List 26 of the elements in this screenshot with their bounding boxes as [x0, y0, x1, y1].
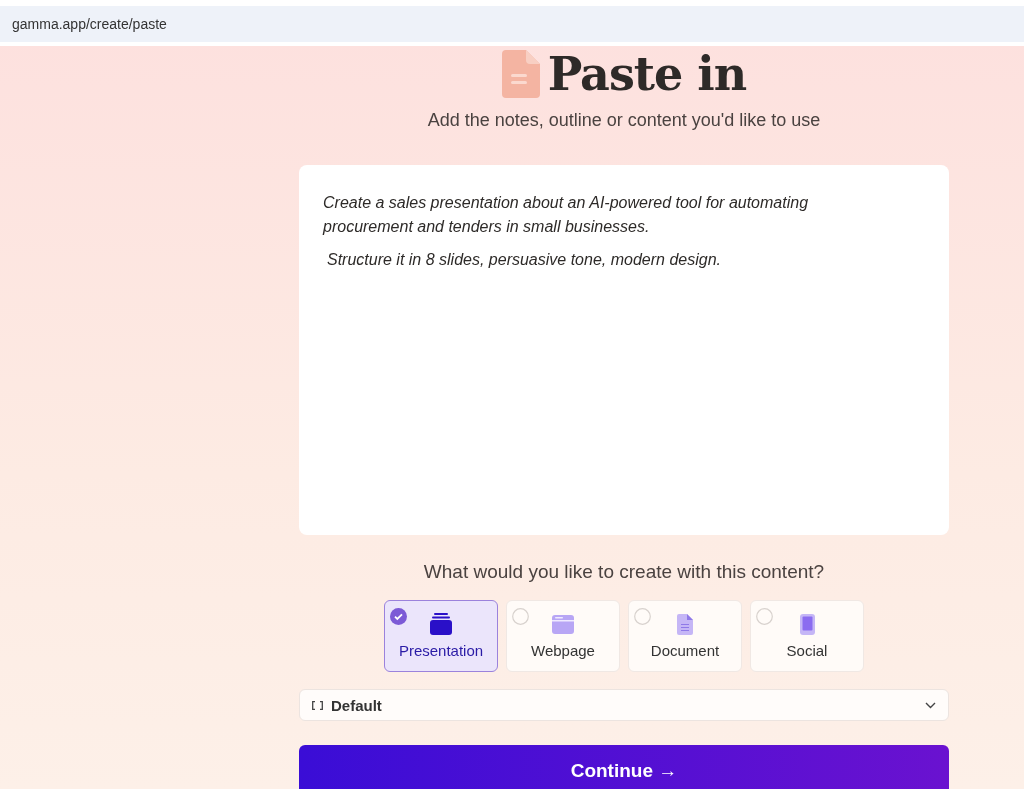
browser-window-icon — [552, 615, 574, 635]
format-option[interactable]: Webpage — [506, 600, 620, 672]
checked-radio-icon — [390, 608, 407, 625]
address-bar[interactable]: gamma.app/create/paste — [0, 6, 1024, 46]
format-option[interactable]: Document — [628, 600, 742, 672]
expand-corners-icon — [312, 700, 323, 710]
dropdown-value: Default — [331, 696, 383, 714]
document-icon — [677, 614, 693, 635]
radio-icon — [756, 608, 773, 625]
slides-stack-icon — [430, 613, 452, 635]
document-icon — [501, 50, 540, 98]
radio-icon — [512, 608, 529, 625]
page-title: Paste in — [547, 47, 747, 101]
content-text-area[interactable]: Create a sales presentation about an AI-powered tool for automating procurement and tenders in small businesses. Structure it in 8 slides, persuasive tone, modern design. — [299, 165, 949, 535]
format-option[interactable]: Presentation — [384, 600, 498, 672]
content-paragraph: Structure it in 8 slides, persuasive tone, modern design. — [326, 250, 722, 270]
chevron-down-icon — [925, 701, 936, 709]
phone-icon — [799, 614, 815, 635]
format-option[interactable]: Social — [750, 600, 864, 672]
page-subtitle: Add the notes, outline or content you'd like to use — [427, 110, 821, 131]
continue-button[interactable]: Continue → — [299, 745, 949, 789]
format-dropdown[interactable]: Default — [299, 689, 949, 721]
create-question: What would you like to create with this content? — [423, 561, 825, 583]
radio-icon — [634, 608, 651, 625]
content-paragraph: Create a sales presentation about an AI-powered tool for automating procurement and tenders in small businesses. — [323, 193, 810, 237]
url-text: gamma.app/create/paste — [12, 16, 167, 32]
